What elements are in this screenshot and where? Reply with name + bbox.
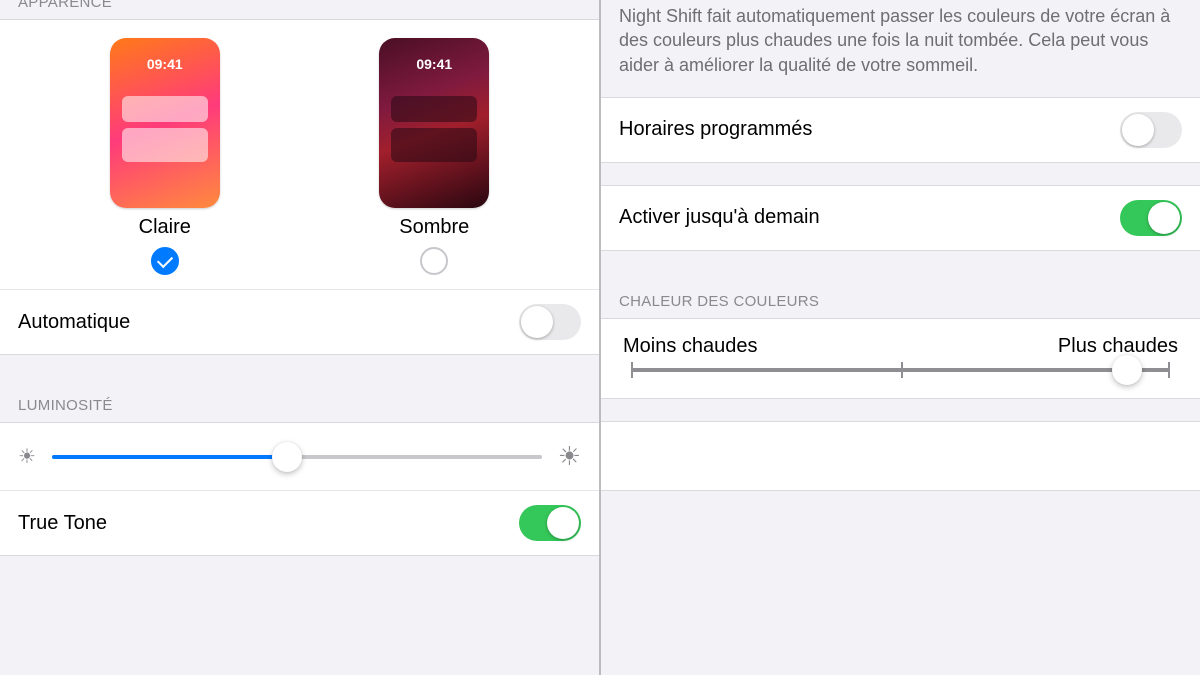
enable-tomorrow-group: Activer jusqu'à demain: [601, 185, 1200, 251]
night-shift-description: Night Shift fait automatiquement passer …: [601, 0, 1200, 97]
dark-label: Sombre: [399, 216, 469, 239]
sun-max-icon: ☀︎: [558, 441, 581, 472]
display-settings-panel: Apparence 09:41 Claire 09:41 Sombre: [0, 0, 601, 675]
appearance-header: Apparence: [0, 0, 599, 19]
warmth-slider[interactable]: [631, 368, 1170, 372]
light-label: Claire: [139, 216, 191, 239]
preview-time: 09:41: [110, 56, 220, 72]
brightness-group: ☀︎ ☀︎ True Tone: [0, 422, 599, 556]
brightness-slider-row: ☀︎ ☀︎: [0, 423, 599, 490]
scheduled-label: Horaires programmés: [619, 118, 812, 141]
warmth-less-label: Moins chaudes: [623, 335, 758, 358]
automatic-label: Automatique: [18, 311, 130, 334]
warmth-group: Moins chaudes Plus chaudes: [601, 318, 1200, 399]
warmth-header: Chaleur des couleurs: [601, 285, 1200, 318]
enable-tomorrow-row: Activer jusqu'à demain: [601, 186, 1200, 250]
light-preview-thumbnail: 09:41: [110, 38, 220, 208]
warmth-labels: Moins chaudes Plus chaudes: [601, 319, 1200, 364]
automatic-row: Automatique: [0, 289, 599, 354]
scheduled-toggle[interactable]: [1120, 112, 1182, 148]
enable-tomorrow-toggle[interactable]: [1120, 200, 1182, 236]
appearance-group: 09:41 Claire 09:41 Sombre Automatique: [0, 19, 599, 355]
brightness-header: Luminosité: [0, 389, 599, 422]
enable-tomorrow-label: Activer jusqu'à demain: [619, 206, 820, 229]
night-shift-schedule-group: Horaires programmés: [601, 97, 1200, 163]
light-radio[interactable]: [151, 247, 179, 275]
dark-radio[interactable]: [420, 247, 448, 275]
truetone-row: True Tone: [0, 490, 599, 555]
empty-group: [601, 421, 1200, 491]
brightness-slider[interactable]: [52, 455, 542, 459]
sun-min-icon: ☀︎: [18, 444, 36, 469]
truetone-toggle[interactable]: [519, 505, 581, 541]
scheduled-row: Horaires programmés: [601, 98, 1200, 162]
truetone-label: True Tone: [18, 512, 107, 535]
appearance-option-dark[interactable]: 09:41 Sombre: [379, 38, 489, 275]
night-shift-panel: Night Shift fait automatiquement passer …: [601, 0, 1200, 675]
dark-preview-thumbnail: 09:41: [379, 38, 489, 208]
preview-time: 09:41: [379, 56, 489, 72]
warmth-more-label: Plus chaudes: [1058, 335, 1178, 358]
automatic-toggle[interactable]: [519, 304, 581, 340]
appearance-option-light[interactable]: 09:41 Claire: [110, 38, 220, 275]
appearance-picker: 09:41 Claire 09:41 Sombre: [0, 20, 599, 289]
